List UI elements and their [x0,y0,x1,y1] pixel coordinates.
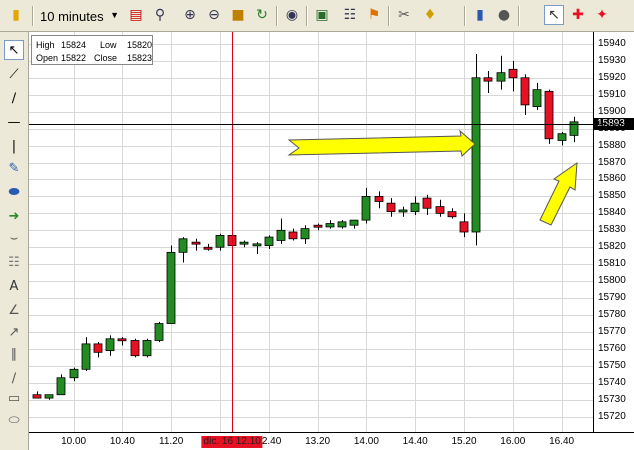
chevron-down-icon: ▼ [110,10,119,20]
low-label: Low [100,40,117,50]
y-tick-label: 15800 [598,275,626,287]
zoom-menu-icon[interactable]: ⚲ [150,5,170,25]
y-tick-label: 15740 [598,376,626,388]
tools-icon[interactable]: ✂ [394,5,414,25]
crosshair-pointer-icon[interactable]: ↖ [544,5,564,25]
ray-icon[interactable]: ↗ [4,322,24,342]
y-tick-label: 15780 [598,309,626,321]
y-tick-label: 15730 [598,393,626,405]
arc-icon[interactable]: ⌣ [4,228,24,248]
y-tick-label: 15840 [598,207,626,219]
alert-bell-icon[interactable]: ♦ [420,5,440,25]
hierarchy-icon[interactable]: ☷ [340,5,360,25]
y-tick-label: 15750 [598,359,626,371]
x-tick-label: 16.00 [500,436,526,447]
toolbar-separator [518,6,520,26]
price-axis[interactable]: 15893 15720 15730 15740 15750 15760 15770 1578… [593,32,634,432]
y-tick-label: 15910 [598,88,626,100]
rectangle-icon[interactable]: ▭ [4,388,24,408]
low-value: 15820 [127,40,153,50]
annotation-layer [287,129,578,226]
open-label: Open [36,53,59,63]
yellow-arrow-right[interactable] [287,129,476,157]
x-tick-label: 16.40 [549,436,575,447]
channel-icon[interactable]: ∕ [4,368,24,388]
book-icon[interactable]: ▮ [470,5,490,25]
y-tick-label: 15850 [598,190,626,202]
crosshair-icon[interactable]: ✚ [568,5,588,25]
close-value: 15823 [127,53,153,63]
y-tick-label: 15940 [598,37,626,49]
y-tick-label: 15720 [598,410,626,422]
drawing-toolbar: ↖ ⟋ ∕ — | ✎ ⬬ ➜ ⌣ ☷ A ∠ ↗ ∥ ∕ ▭ ⬭ [0,32,29,450]
time-cursor-label: dic. 16 12.10 [201,436,263,448]
refresh-icon[interactable]: ↻ [252,5,272,25]
y-tick-label: 15890 [598,122,626,134]
x-tick-label: 15.20 [451,436,477,447]
line-icon[interactable]: ⟋ [4,64,24,84]
fan-icon[interactable]: ∠ [4,300,24,320]
main-toolbar: ▮ 10 minutes ▼ ▤ ⚲ ⊕ ⊖ ■ ↻ ◉ ▣ ☷ ⚑ ✂ ♦ ▮… [0,0,634,32]
interval-label: 10 minutes [40,8,104,24]
red-crosshair-icon[interactable]: ✦ [592,5,612,25]
y-tick-label: 15810 [598,258,626,270]
x-tick-label: 11.20 [159,436,184,447]
horizontal-line-icon[interactable]: — [4,112,24,132]
yellow-arrow-up[interactable] [539,161,578,226]
open-value: 15822 [61,53,87,63]
y-tick-label: 15790 [598,292,626,304]
y-tick-label: 15920 [598,71,626,83]
mouse-icon[interactable]: ● [494,5,514,25]
indicator-chart-icon[interactable]: ▣ [312,5,332,25]
ellipse-icon[interactable]: ⬬ [4,182,24,202]
x-tick-label: 14.40 [402,436,428,447]
zoom-in-icon[interactable]: ⊕ [180,5,200,25]
toolbar-separator [32,6,34,26]
y-tick-label: 15860 [598,173,626,185]
vertical-line-icon[interactable]: | [4,136,24,156]
lock-icon[interactable]: ■ [228,5,248,25]
arrow-icon[interactable]: ➜ [4,206,24,226]
grid-lines-icon[interactable]: ☷ [4,252,24,272]
eye-icon[interactable]: ◉ [282,5,302,25]
text-tool-icon[interactable]: A [4,276,24,296]
oval-icon[interactable]: ⬭ [4,410,24,430]
toolbar-separator [464,6,466,26]
parallel-lines-icon[interactable]: ∕ [4,88,24,108]
bar-chart-icon[interactable]: ▤ [126,5,146,25]
note-icon[interactable]: ✎ [4,158,24,178]
high-value: 15824 [61,40,87,50]
high-label: High [36,40,55,50]
zoom-out-icon[interactable]: ⊖ [204,5,224,25]
y-tick-label: 15770 [598,326,626,337]
time-axis[interactable]: 10.0010.4011.2012.0012.4013.2014.0014.40… [29,432,634,450]
ohlc-info-box: High 15824 Low 15820 Open 15822 Close 15… [31,35,153,65]
folder-icon[interactable]: ▮ [6,5,26,25]
fibonacci-icon[interactable]: ∥ [4,344,24,364]
x-tick-label: 10.00 [61,436,87,447]
y-tick-label: 15830 [598,224,626,236]
flag-icon[interactable]: ⚑ [364,5,384,25]
toolbar-separator [388,6,390,26]
toolbar-separator [306,6,308,26]
y-tick-label: 15900 [598,105,626,117]
y-tick-label: 15820 [598,241,626,253]
select-arrow-icon[interactable]: ↖ [4,40,24,60]
y-tick-label: 15760 [598,342,626,354]
x-tick-label: 10.40 [109,436,135,447]
chart-plot-area[interactable] [29,32,593,432]
x-tick-label: 14.00 [353,436,379,447]
y-tick-label: 15930 [598,54,626,66]
y-tick-label: 15880 [598,139,626,151]
y-tick-label: 15870 [598,156,626,168]
x-tick-label: 13.20 [305,436,331,447]
close-label: Close [94,53,118,63]
toolbar-separator [276,6,278,26]
interval-select[interactable]: 10 minutes ▼ [40,7,123,25]
